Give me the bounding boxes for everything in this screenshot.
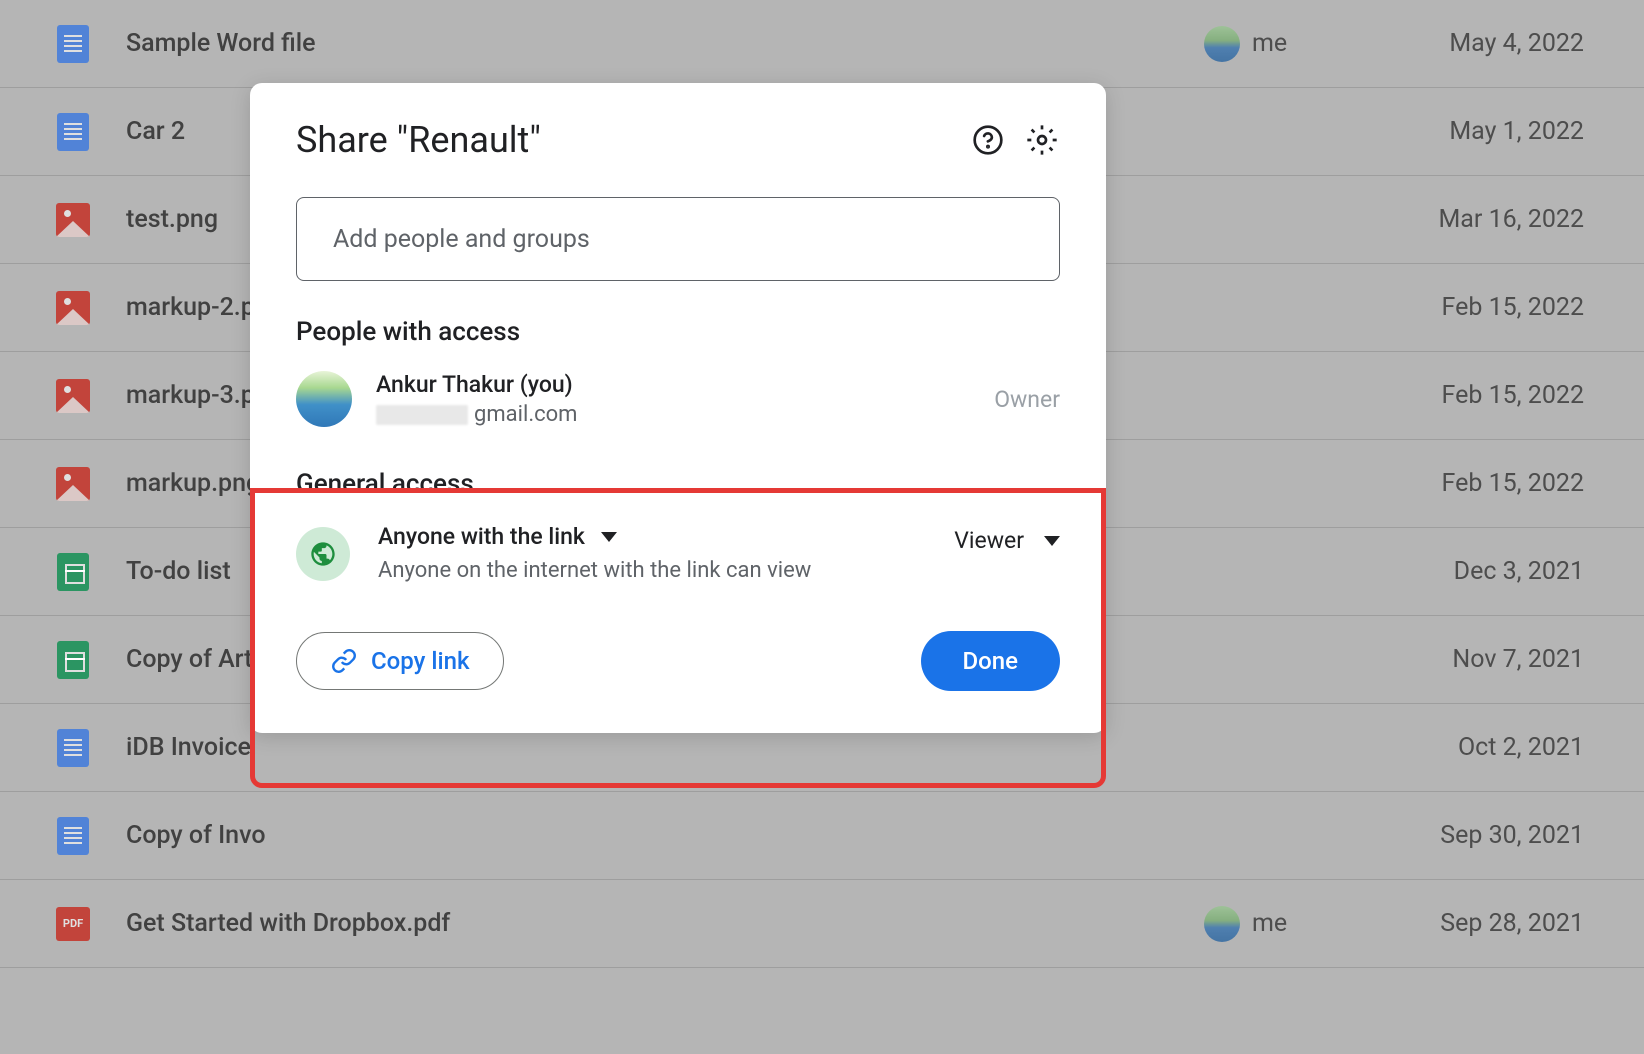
copy-link-button[interactable]: Copy link xyxy=(296,632,504,690)
globe-icon xyxy=(296,527,350,581)
role-dropdown[interactable]: Viewer xyxy=(954,527,1060,554)
add-people-input[interactable]: Add people and groups xyxy=(296,197,1060,281)
gear-icon[interactable] xyxy=(1024,122,1060,158)
input-placeholder: Add people and groups xyxy=(333,225,590,254)
share-dialog: Share "Renault" Add people and groups Pe… xyxy=(250,83,1106,733)
owner-role-label: Owner xyxy=(994,386,1060,413)
person-row: Ankur Thakur (you) gmail.com Owner xyxy=(296,371,1060,427)
general-access-heading: General access xyxy=(296,469,1060,499)
avatar xyxy=(296,371,352,427)
chevron-down-icon xyxy=(1044,536,1060,546)
people-access-heading: People with access xyxy=(296,317,1060,347)
person-email: gmail.com xyxy=(376,402,970,427)
link-description: Anyone on the internet with the link can… xyxy=(378,558,926,583)
link-scope-dropdown[interactable]: Anyone with the link xyxy=(378,523,926,550)
help-icon[interactable] xyxy=(970,122,1006,158)
chevron-down-icon xyxy=(601,532,617,542)
done-button[interactable]: Done xyxy=(921,631,1061,691)
dialog-title: Share "Renault" xyxy=(296,119,541,161)
person-name: Ankur Thakur (you) xyxy=(376,371,970,398)
